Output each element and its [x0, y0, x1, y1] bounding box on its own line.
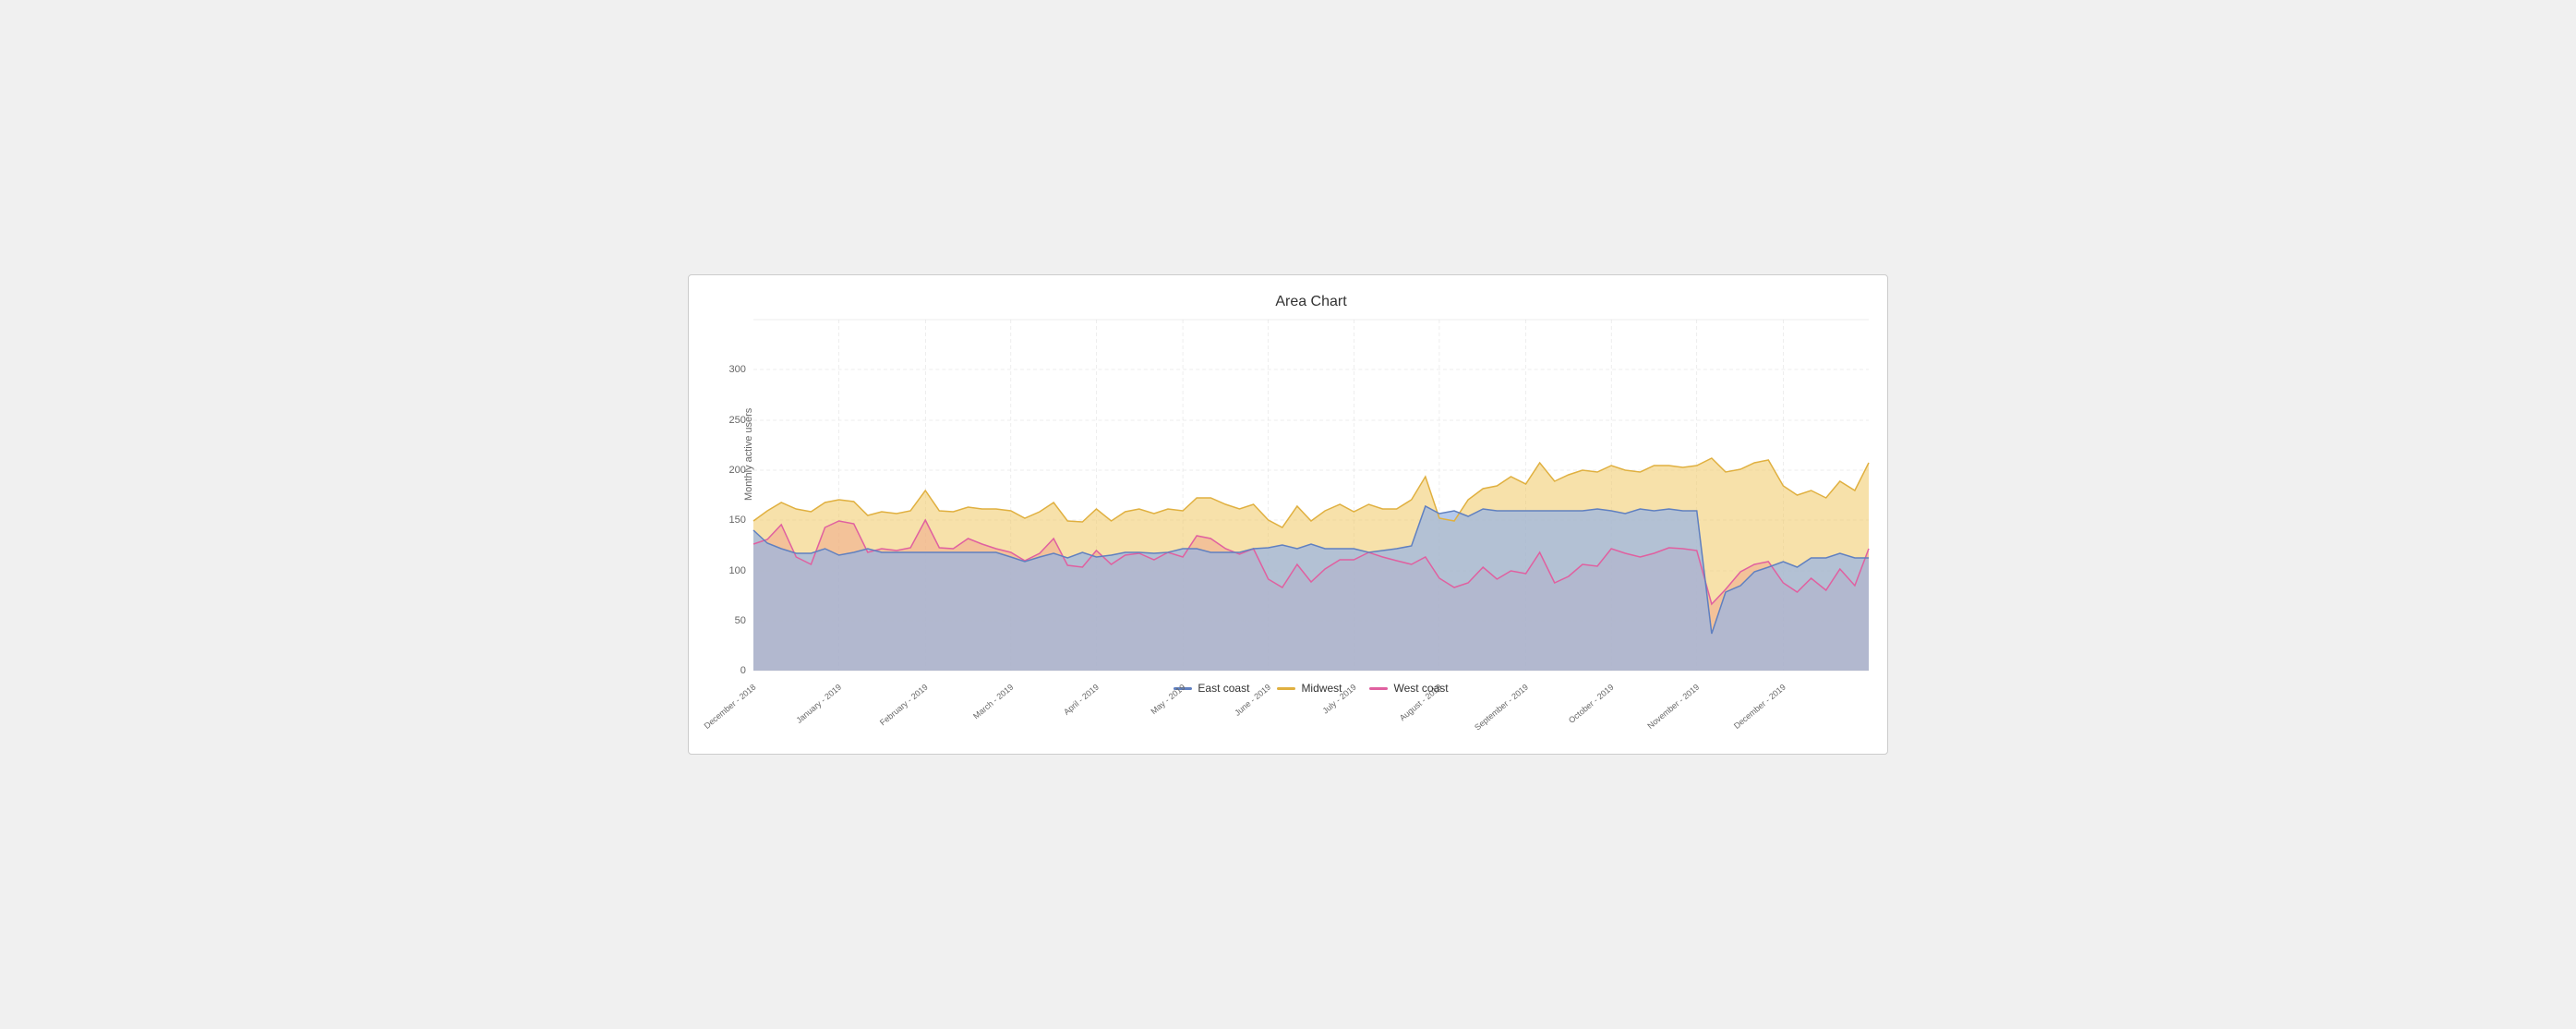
chart-area: Monthly active users	[753, 320, 1869, 671]
svg-text:150: 150	[728, 514, 745, 526]
y-axis-label: Monthly active users	[743, 408, 754, 501]
legend-item-midwest: Midwest	[1277, 682, 1342, 695]
svg-text:December - 2018: December - 2018	[703, 683, 758, 731]
svg-text:100: 100	[728, 565, 745, 576]
svg-text:50: 50	[735, 615, 746, 626]
midwest-legend-label: Midwest	[1301, 682, 1342, 695]
main-chart-svg: 0 50 100 150 200 250 300 December - 2018…	[753, 320, 1869, 671]
svg-text:0: 0	[740, 665, 746, 676]
east-coast-legend-label: East coast	[1198, 682, 1249, 695]
midwest-legend-dot	[1277, 687, 1295, 690]
chart-title: Area Chart	[753, 294, 1869, 310]
west-coast-legend-dot	[1369, 687, 1388, 690]
chart-container: Area Chart Monthly active users	[688, 274, 1888, 755]
svg-text:300: 300	[728, 364, 745, 375]
